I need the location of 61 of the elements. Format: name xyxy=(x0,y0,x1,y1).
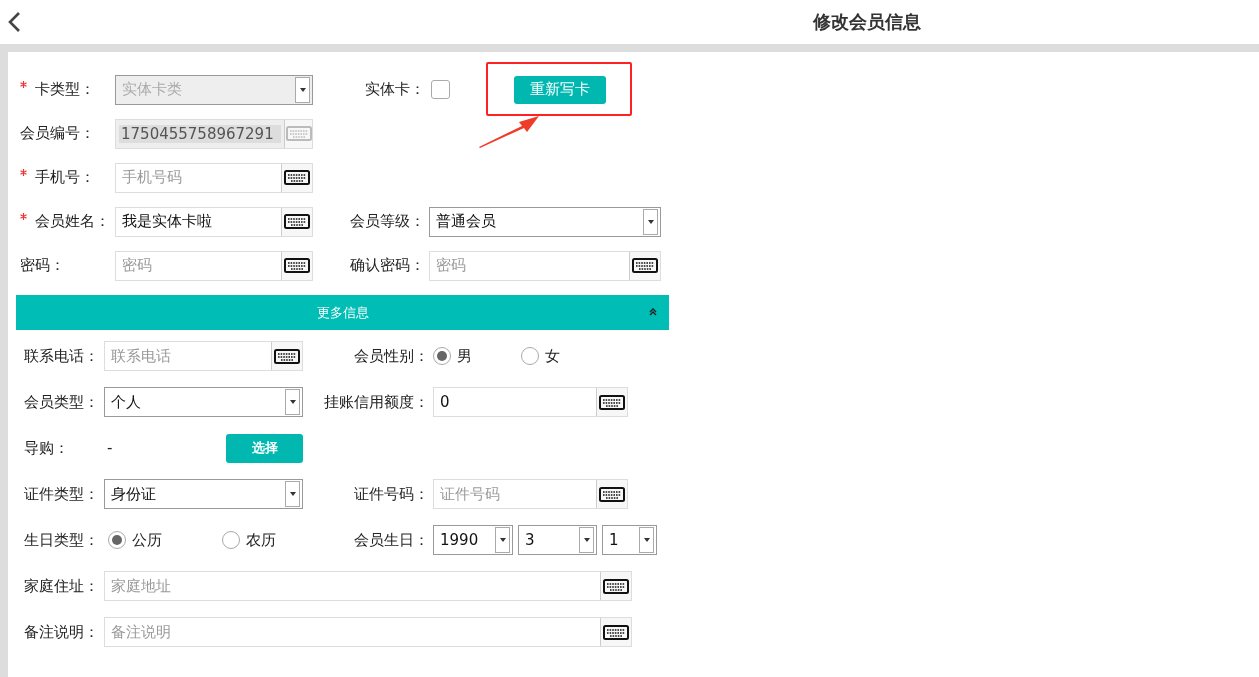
radio-option[interactable]: 公历 xyxy=(108,530,218,550)
radio-option[interactable]: 男 xyxy=(433,346,521,366)
keyboard-icon xyxy=(284,170,310,185)
dropdown-caret-icon xyxy=(583,538,590,542)
dropdown[interactable]: 1 xyxy=(602,525,657,555)
keyboard-button[interactable] xyxy=(281,251,312,280)
field-label: 导购： xyxy=(23,438,70,458)
keyboard-icon xyxy=(284,258,310,273)
field-label: 实体卡： xyxy=(364,80,426,99)
field-label: 会员类型： xyxy=(23,392,100,412)
dropdown-caret-icon xyxy=(643,538,650,542)
dropdown-caret-icon xyxy=(289,400,296,404)
keyboard-icon xyxy=(284,214,310,229)
input-field[interactable]: 0 xyxy=(433,387,628,417)
field-label: 证件类型： xyxy=(23,484,100,504)
keyboard-button[interactable] xyxy=(281,207,312,236)
keyboard-button[interactable] xyxy=(629,251,660,280)
field-label: 会员生日： xyxy=(353,530,430,550)
dropdown[interactable]: 身份证 xyxy=(104,479,303,509)
back-icon[interactable] xyxy=(7,11,21,33)
dropdown-caret-icon xyxy=(647,219,654,224)
dropdown[interactable]: 3 xyxy=(518,525,597,555)
field-label: 挂账信用额度： xyxy=(323,392,430,412)
field-label: 会员编号： xyxy=(19,124,96,143)
dropdown-caret-icon xyxy=(299,87,306,92)
keyboard-icon xyxy=(632,258,658,273)
keyboard-button[interactable] xyxy=(600,618,631,646)
radio-option[interactable]: 农历 xyxy=(222,530,332,550)
dropdown-caret-icon xyxy=(289,492,296,496)
field-label: 证件号码： xyxy=(353,484,430,504)
dropdown[interactable]: 普通会员 xyxy=(429,206,661,237)
keyboard-button[interactable] xyxy=(596,388,627,416)
field-label: 会员等级： xyxy=(349,212,426,231)
field-label: 会员性别： xyxy=(353,346,430,366)
keyboard-icon xyxy=(285,126,312,141)
dropdown-caret-icon xyxy=(499,538,506,542)
page-title: 修改会员信息 xyxy=(813,10,921,34)
shopping-guide-value: - xyxy=(106,439,113,457)
dropdown[interactable]: 1990 xyxy=(433,525,513,555)
field-label: 密码： xyxy=(19,256,66,275)
checkbox[interactable] xyxy=(431,80,450,99)
keyboard-button[interactable] xyxy=(596,480,627,508)
keyboard-button[interactable] xyxy=(281,163,312,192)
keyboard-icon xyxy=(603,578,629,594)
keyboard-button[interactable] xyxy=(271,342,302,370)
radio-option[interactable]: 女 xyxy=(521,346,609,366)
keyboard-icon xyxy=(599,394,625,410)
keyboard-icon xyxy=(274,348,300,364)
field-label: 卡类型： xyxy=(16,80,115,99)
keyboard-button[interactable] xyxy=(600,572,631,600)
field-label: 手机号： xyxy=(16,168,115,187)
keyboard-icon xyxy=(599,486,625,502)
field-label: 会员姓名： xyxy=(16,212,115,231)
field-label: 备注说明： xyxy=(23,622,100,642)
dropdown[interactable]: 个人 xyxy=(104,387,303,417)
input-field[interactable]: 我是实体卡啦 xyxy=(115,206,313,237)
field-label: 生日类型： xyxy=(23,530,100,550)
field-label: 确认密码： xyxy=(349,256,426,275)
field-label: 家庭住址： xyxy=(23,576,100,596)
field-label: 联系电话： xyxy=(23,346,100,366)
keyboard-icon xyxy=(603,624,629,640)
